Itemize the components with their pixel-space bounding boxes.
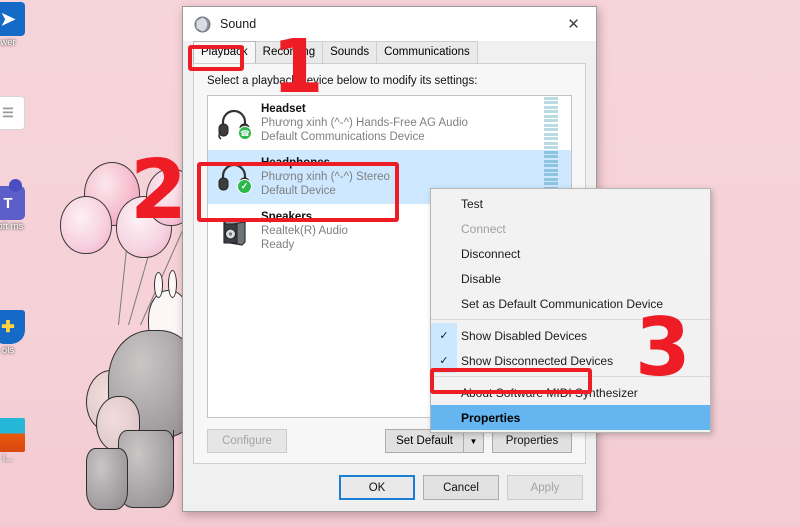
speaker-icon: [194, 16, 211, 33]
menu-separator: [431, 376, 710, 377]
menu-item-label: Disconnect: [461, 246, 521, 261]
tab-sounds[interactable]: Sounds: [322, 41, 378, 63]
menu-item-show-disabled-devices[interactable]: ✓ Show Disabled Devices: [431, 323, 710, 348]
ok-button[interactable]: OK: [339, 475, 415, 500]
menu-check-slot: [431, 241, 457, 266]
desktop-icon-label: I...: [2, 453, 14, 464]
headset-icon: ☎: [216, 105, 252, 141]
desktop-icon-microsoft-teams[interactable]: T soft ms: [0, 179, 34, 232]
menu-item-label: Properties: [461, 410, 521, 425]
menu-check-slot: [431, 380, 457, 405]
window-title: Sound: [220, 17, 257, 31]
menu-check-slot: [431, 291, 457, 316]
menu-check-slot: [431, 216, 457, 241]
menu-item-set-as-default-communication-device[interactable]: Set as Default Communication Device: [431, 291, 710, 316]
desktop-icon-windows-security[interactable]: ✚ ols: [0, 310, 34, 356]
menu-item-label: Disable: [461, 271, 502, 286]
menu-check-slot: [431, 191, 457, 216]
menu-item-show-disconnected-devices[interactable]: ✓ Show Disconnected Devices: [431, 348, 710, 373]
menu-item-label: Connect: [461, 221, 506, 236]
menu-item-about-software-midi-synthesizer[interactable]: About Software MIDI Synthesizer: [431, 380, 710, 405]
menu-item-label: Set as Default Communication Device: [461, 296, 664, 311]
check-icon: ✓: [431, 323, 457, 348]
menu-item-disable[interactable]: Disable: [431, 266, 710, 291]
menu-item-test[interactable]: Test: [431, 191, 710, 216]
device-description: Phương xinh (^-^) Stereo: [261, 171, 390, 183]
phone-badge: ☎: [238, 126, 252, 140]
desktop-icon-avast[interactable]: I...: [0, 418, 34, 464]
menu-item-connect[interactable]: Connect: [431, 216, 710, 241]
device-name: Headset: [261, 103, 306, 115]
check-badge: ✓: [237, 179, 252, 194]
close-icon[interactable]: ✕: [551, 7, 596, 41]
cancel-button[interactable]: Cancel: [423, 475, 499, 500]
document-icon: ☰: [0, 96, 25, 130]
tab-playback[interactable]: Playback: [193, 41, 256, 63]
device-name: Headphones: [261, 157, 331, 169]
check-icon: ✓: [431, 348, 457, 373]
microsoft-teams-icon: T: [0, 179, 25, 220]
desktop-icon-label: wer: [0, 37, 16, 48]
desktop-icon-document[interactable]: ☰: [0, 96, 34, 132]
menu-item-disconnect[interactable]: Disconnect: [431, 241, 710, 266]
menu-item-properties[interactable]: Properties: [431, 405, 710, 430]
menu-check-slot: [431, 266, 457, 291]
headphones-icon: ✓: [216, 159, 252, 195]
apply-button[interactable]: Apply: [507, 475, 583, 500]
configure-button[interactable]: Configure: [207, 429, 287, 453]
window-titlebar: Sound ✕: [183, 7, 596, 41]
avast-icon: [0, 418, 25, 452]
menu-item-label: Test: [461, 196, 484, 211]
volume-meter: [544, 96, 558, 150]
dialog-button-bar: OK Cancel Apply: [183, 464, 596, 511]
menu-separator: [431, 319, 710, 320]
menu-item-label: Show Disconnected Devices: [461, 353, 614, 368]
menu-item-label: About Software MIDI Synthesizer: [461, 385, 638, 400]
playback-hint-text: Select a playback device below to modify…: [207, 75, 478, 87]
desktop-icon-teamviewer[interactable]: ➤ wer: [0, 2, 34, 48]
device-row-headset[interactable]: ☎ Headset Phương xinh (^-^) Hands-Free A…: [208, 96, 571, 150]
set-default-button[interactable]: Set Default: [386, 430, 463, 452]
tab-bar: Playback Recording Sounds Communications: [183, 41, 596, 63]
shield-icon: ✚: [0, 310, 25, 344]
desktop-icon-label: ols: [1, 345, 15, 356]
desktop-icon-label: soft ms: [0, 221, 24, 232]
device-status: Default Communications Device: [261, 131, 425, 143]
speakers-icon: [216, 213, 252, 249]
chevron-down-icon[interactable]: ▼: [463, 430, 483, 452]
device-context-menu: Test Connect Disconnect Disable Set as D…: [430, 188, 711, 433]
menu-check-slot: [431, 405, 457, 430]
menu-item-label: Show Disabled Devices: [461, 328, 588, 343]
teamviewer-icon: ➤: [0, 2, 25, 36]
tab-communications[interactable]: Communications: [376, 41, 478, 63]
tab-recording[interactable]: Recording: [254, 41, 324, 63]
device-description: Phương xinh (^-^) Hands-Free AG Audio: [261, 117, 468, 129]
